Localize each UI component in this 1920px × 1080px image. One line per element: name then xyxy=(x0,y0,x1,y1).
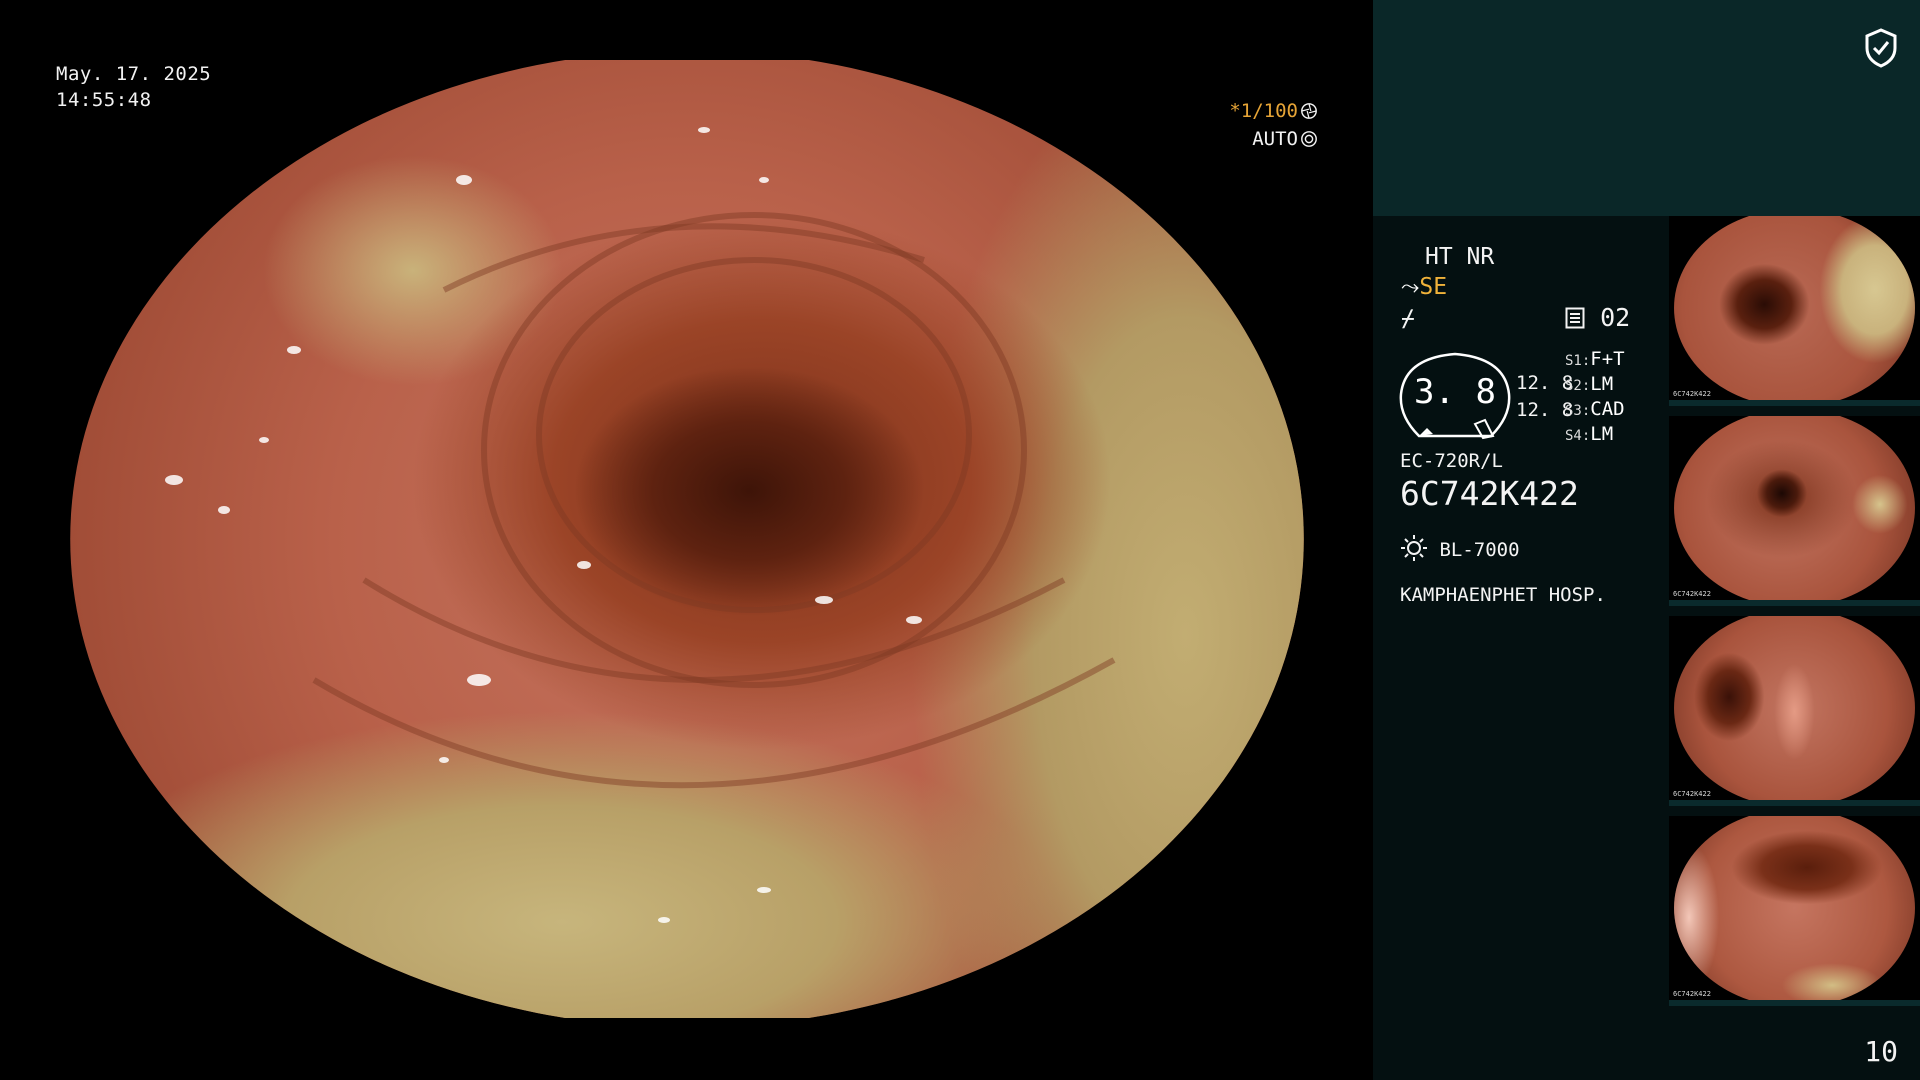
switch-key: S1 xyxy=(1565,353,1582,369)
thumbnail-image xyxy=(1674,416,1915,600)
thumbnail-3[interactable]: 6C742K422 xyxy=(1669,616,1920,806)
iris-mode: AUTO xyxy=(54,128,1372,150)
memory-value: 02 xyxy=(1600,303,1631,332)
thumbnail-image xyxy=(1674,616,1915,800)
enhancement-icon: ⤳ xyxy=(1401,274,1420,300)
switch-value: LM xyxy=(1590,423,1614,445)
memory-icon xyxy=(1565,307,1585,329)
shutter-speed-value: *1/100 xyxy=(1229,100,1298,122)
thumbnail-serial: 6C742K422 xyxy=(1673,590,1711,598)
page-number: 10 xyxy=(1864,1035,1898,1068)
date-label: May. 17. 2025 xyxy=(56,63,212,85)
thumbnail-serial: 6C742K422 xyxy=(1673,790,1711,798)
structure-enhancement-label: SE xyxy=(1419,274,1448,300)
switch-s4: S4:LM xyxy=(1565,423,1614,445)
thumbnail-serial: 6C742K422 xyxy=(1673,990,1711,998)
light-source: BL-7000 xyxy=(1400,534,1520,562)
thumbnail-2[interactable]: 6C742K422 xyxy=(1669,416,1920,606)
switch-s2: S2:LM xyxy=(1565,373,1614,395)
aperture-icon xyxy=(1301,103,1317,119)
thumbnail-serial: 6C742K422 xyxy=(1673,390,1711,398)
panel-header xyxy=(1373,0,1920,216)
switch-value: F+T xyxy=(1590,348,1625,370)
thumbnail-4[interactable]: 6C742K422 xyxy=(1669,816,1920,1006)
switch-s3: S3:CAD xyxy=(1565,398,1625,420)
shutter-speed: *1/100 xyxy=(54,100,1372,122)
image-mode: HT NR xyxy=(1425,244,1495,270)
light-source-icon xyxy=(1401,535,1427,561)
scope-serial: 6C742K422 xyxy=(1400,474,1579,513)
shield-check-icon xyxy=(1865,28,1897,68)
hospital-name: KAMPHAENPHET HOSP. xyxy=(1400,584,1606,606)
endoscopic-image xyxy=(70,60,1304,1018)
thumbnail-image xyxy=(1674,216,1915,400)
info-panel: HT NR ⤳SE ⌿ 02 3. 8 12. 8 12. 8 S1:F+T S… xyxy=(1373,0,1920,1080)
switch-key: S3 xyxy=(1565,403,1582,419)
switch-s1: S1:F+T xyxy=(1565,348,1625,370)
light-source-model: BL-7000 xyxy=(1439,539,1520,561)
thumbnail-1[interactable]: 6C742K422 xyxy=(1669,216,1920,406)
iris-mode-value: AUTO xyxy=(1252,128,1298,150)
scope-model: EC-720R/L xyxy=(1400,450,1503,472)
structure-enhancement: ⤳SE xyxy=(1401,274,1447,300)
endoscope-view: May. 17. 2025 14:55:48 *1/100 AUTO xyxy=(0,0,1372,1080)
switch-value: CAD xyxy=(1590,398,1625,420)
switch-key: S4 xyxy=(1565,428,1582,444)
gauge-value: 3. 8 xyxy=(1414,372,1496,412)
contrast-icon: ⌿ xyxy=(1401,306,1415,332)
switch-value: LM xyxy=(1590,373,1614,395)
mucosa-detail xyxy=(165,127,1116,923)
iris-icon xyxy=(1301,131,1317,147)
switch-key: S2 xyxy=(1565,378,1582,394)
memory-setting: 02 xyxy=(1565,303,1630,332)
thumbnail-image xyxy=(1674,816,1915,1000)
